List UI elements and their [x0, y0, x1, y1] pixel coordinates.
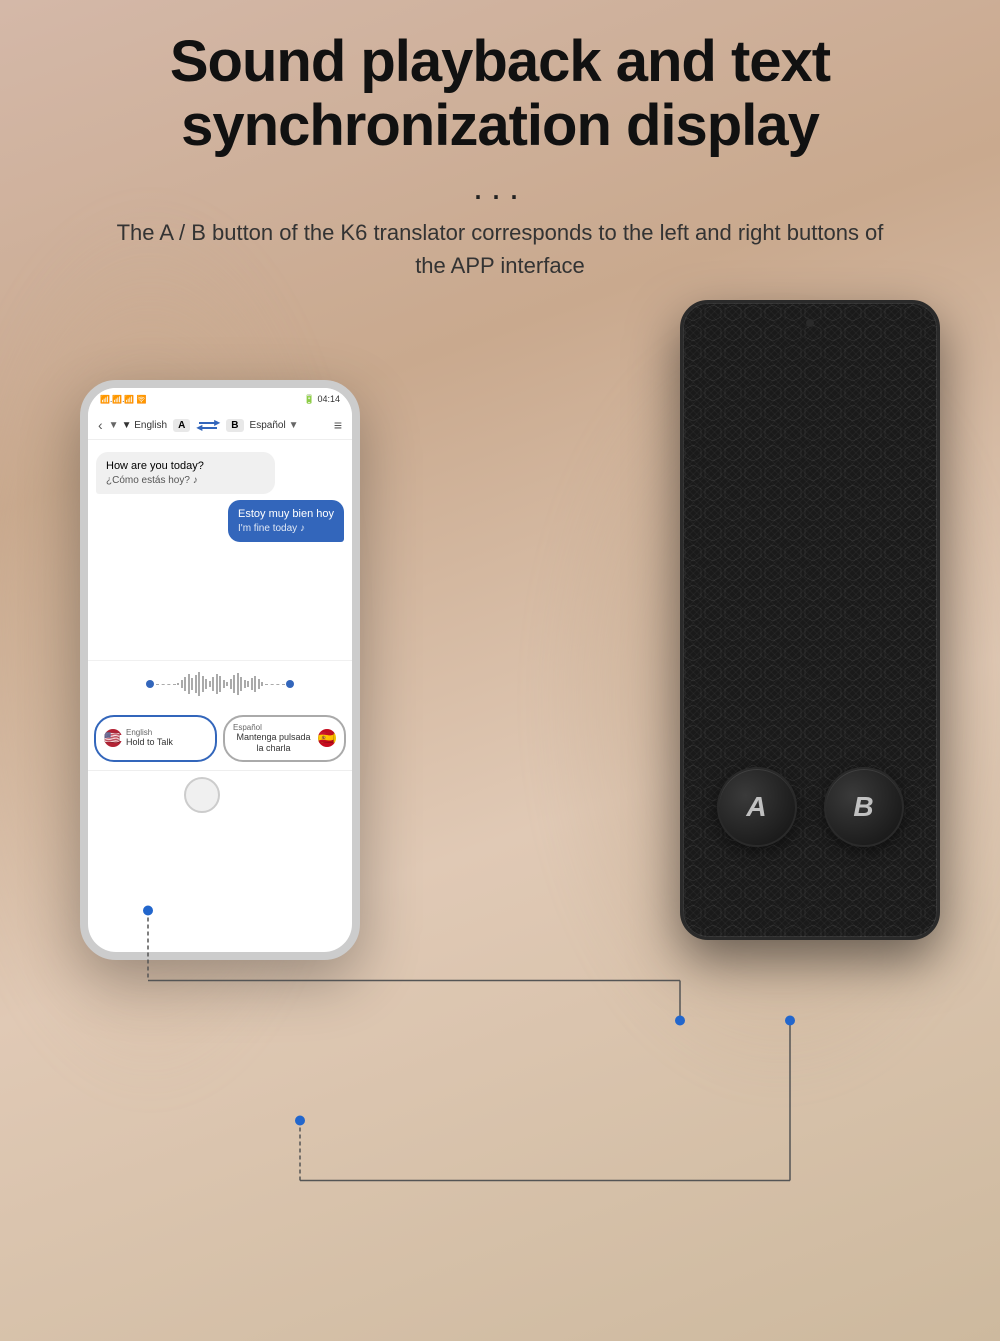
- lang-a-label-btn: English: [126, 728, 173, 737]
- message-left-1: How are you today? ¿Cómo estás hoy? ♪: [96, 452, 275, 494]
- lang-a-label: ▼ English: [122, 420, 167, 431]
- chat-area: How are you today? ¿Cómo estás hoy? ♪ Es…: [88, 440, 352, 660]
- visual-area: 📶.📶.📶 🛜 🔋 04:14 ‹ ▼ ▼ English A: [0, 280, 1000, 1341]
- device-buttons: A B: [683, 767, 937, 847]
- waveform-dot-right: [286, 680, 294, 688]
- app-bottom-buttons: 🇺🇸 English Hold to Talk Español Mantenga…: [88, 707, 352, 770]
- lang-b-dropdown[interactable]: ▼: [289, 420, 299, 431]
- device-button-b[interactable]: B: [824, 767, 904, 847]
- title-line1: Sound playback and text: [170, 29, 830, 94]
- lang-b-label-btn: Español: [233, 723, 314, 732]
- hold-to-talk-a[interactable]: 🇺🇸 English Hold to Talk: [94, 715, 217, 762]
- device-container: A B: [650, 300, 970, 1000]
- device-button-a[interactable]: A: [717, 767, 797, 847]
- menu-icon[interactable]: ≡: [334, 417, 342, 433]
- waveform-area: [88, 660, 352, 707]
- dots-row: ...: [60, 166, 940, 208]
- device-camera: [806, 319, 814, 327]
- language-b-selector[interactable]: Español ▼: [250, 420, 299, 431]
- msg-translation-r1: I'm fine today ♪: [238, 523, 334, 534]
- header-section: Sound playback and text synchronization …: [0, 0, 1000, 292]
- subtitle: The A / B button of the K6 translator co…: [110, 216, 890, 282]
- hold-to-talk-a-label: Hold to Talk: [126, 737, 173, 748]
- message-right-1: Estoy muy bien hoy I'm fine today ♪: [228, 500, 344, 542]
- device-btn-a-label: A: [746, 791, 766, 823]
- lang-a-dropdown[interactable]: ▼: [109, 420, 119, 431]
- time-display: 🔋 04:14: [304, 394, 340, 405]
- hold-to-talk-b-label: Mantenga pulsada la charla: [233, 732, 314, 754]
- back-button[interactable]: ‹: [98, 417, 103, 433]
- waveform: [98, 669, 342, 699]
- app-topbar: ‹ ▼ ▼ English A ▶ ◀: [88, 411, 352, 440]
- main-title: Sound playback and text synchronization …: [60, 30, 940, 158]
- lang-b-label: Español: [250, 420, 286, 431]
- language-a-selector[interactable]: ▼ ▼ English: [109, 420, 167, 431]
- msg-translation-1: ¿Cómo estás hoy? ♪: [106, 475, 265, 486]
- phone-home-button[interactable]: [184, 777, 220, 813]
- title-line2: synchronization display: [181, 93, 819, 158]
- waveform-dot-left: [146, 680, 154, 688]
- device-body: A B: [680, 300, 940, 940]
- content-wrapper: Sound playback and text synchronization …: [0, 0, 1000, 1341]
- msg-text-r1: Estoy muy bien hoy: [238, 508, 334, 520]
- phone-body: 📶.📶.📶 🛜 🔋 04:14 ‹ ▼ ▼ English A: [80, 380, 360, 960]
- device-btn-b-label: B: [853, 791, 873, 823]
- flag-us: 🇺🇸: [104, 729, 122, 747]
- msg-text-1: How are you today?: [106, 460, 265, 472]
- status-bar: 📶.📶.📶 🛜 🔋 04:14: [88, 388, 352, 411]
- flag-es: 🇪🇸: [318, 729, 336, 747]
- phone-screen: 📶.📶.📶 🛜 🔋 04:14 ‹ ▼ ▼ English A: [88, 388, 352, 952]
- hold-to-talk-b[interactable]: Español Mantenga pulsada la charla 🇪🇸: [223, 715, 346, 762]
- badge-a: A: [173, 419, 190, 432]
- phone-container: 📶.📶.📶 🛜 🔋 04:14 ‹ ▼ ▼ English A: [60, 340, 380, 1000]
- badge-b: B: [226, 419, 243, 432]
- signal-icons: 📶.📶.📶 🛜: [100, 395, 147, 404]
